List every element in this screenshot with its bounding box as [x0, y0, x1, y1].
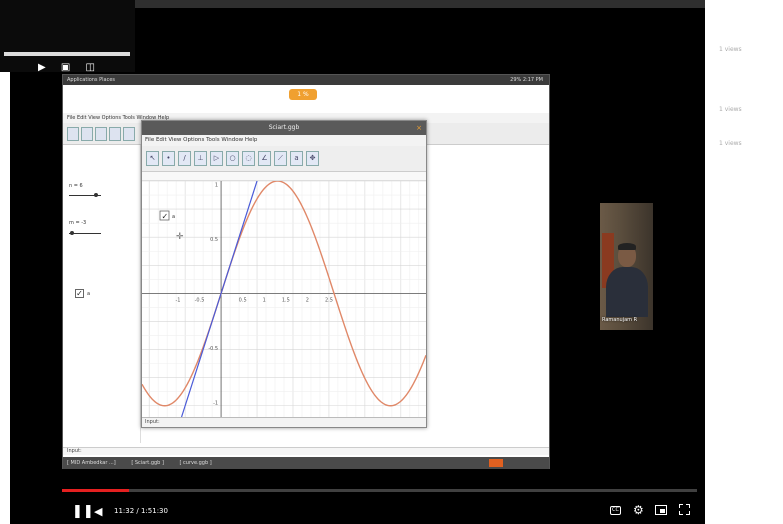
- progress-fill: [62, 489, 129, 492]
- close-icon: ×: [416, 124, 422, 132]
- window-titlebar: Sciart.ggb ×: [142, 121, 426, 135]
- slider-m-knob: [70, 231, 75, 235]
- subtitles-icon[interactable]: CC: [610, 506, 621, 515]
- graph-checkbox-label: a: [172, 214, 175, 220]
- perpendicular-tool-icon: [109, 127, 121, 141]
- volume-icon[interactable]: ◀: [94, 504, 106, 520]
- x-tick-label: 2: [306, 297, 309, 303]
- webcam-person-hair: [618, 243, 636, 250]
- window-title: Sciart.ggb: [268, 124, 300, 131]
- overlay-strip: [4, 52, 130, 56]
- side-row-2: 1 views: [719, 106, 742, 113]
- side-row-3: 1 views: [719, 140, 742, 147]
- line-tool-icon: [95, 127, 107, 141]
- style-bar: [142, 172, 426, 181]
- screen-share: Applications Places 29% 2:17 PM 1 % File…: [62, 74, 550, 469]
- ellipse-tool-icon: ◌: [242, 151, 255, 166]
- checkbox-a: ✓: [75, 289, 84, 298]
- graphics-view: -1 -0.5 0.5 1 1.5 2 2.5 1 0.5 -0.5 -1 ✓ a ✛: [142, 181, 426, 417]
- desktop-topbar-left: Applications Places: [67, 77, 116, 83]
- side-row-1: 1 views: [719, 46, 742, 53]
- y-tick-label: -0.5: [208, 346, 218, 352]
- x-tick-label: 1: [263, 297, 266, 303]
- x-tick-label: -0.5: [195, 297, 205, 303]
- video-letterbox: [135, 8, 705, 74]
- miniplayer-icon[interactable]: [655, 505, 667, 515]
- page-background-left: [0, 0, 10, 524]
- x-tick-label: -1: [175, 297, 180, 303]
- gear-icon[interactable]: ⚙: [633, 503, 644, 517]
- slider-tool-icon: a: [290, 151, 303, 166]
- y-tick-label: 0.5: [210, 237, 218, 243]
- progress-bar[interactable]: [62, 489, 697, 492]
- move-tool-icon: [67, 127, 79, 141]
- window-input-bar: Input:: [142, 417, 426, 427]
- angle-tool-icon: ∠: [258, 151, 271, 166]
- webcam-tile: Ramanujam R: [600, 203, 653, 330]
- x-tick-label: 2.5: [325, 297, 333, 303]
- x-tick-label: 1.5: [282, 297, 290, 303]
- time-display: 11:32 / 1:51:30: [114, 507, 168, 515]
- cursor-icon: ✛: [176, 232, 184, 242]
- slider-m-label: m = -3: [69, 220, 87, 226]
- polygon-tool-icon: [123, 127, 135, 141]
- video-player[interactable]: Applications Places 29% 2:17 PM 1 % File…: [10, 8, 705, 524]
- participant-name: Ramanujam R: [602, 317, 638, 323]
- polygon-tool-icon: ▷: [210, 151, 223, 166]
- thumbnail-overlay: ▶ ▣ ◫: [0, 0, 135, 73]
- overlay-icons: ▶ ▣ ◫: [38, 62, 101, 73]
- move-tool-icon: ↖: [146, 151, 159, 166]
- point-tool-icon: [81, 127, 93, 141]
- circle-tool-icon: ○: [226, 151, 239, 166]
- desktop-topbar-right: 29% 2:17 PM: [510, 77, 543, 83]
- move-view-tool-icon: ✥: [306, 151, 319, 166]
- desktop-taskbar: [ MID Ambedkar ...] [ Sciart.ggb ] [ cur…: [63, 457, 549, 469]
- line-tool-icon: /: [178, 151, 191, 166]
- taskbar-item-2: [ Sciart.ggb ]: [131, 460, 164, 466]
- algebra-view: n = 6 m = -3 ✓ a: [63, 145, 141, 443]
- point-tool-icon: •: [162, 151, 175, 166]
- slider-n-knob: [94, 193, 99, 197]
- x-tick-label: 0.5: [239, 297, 247, 303]
- page-background-right: 1 views 1 views 1 views: [705, 0, 783, 524]
- taskbar-indicator: [489, 459, 503, 467]
- geogebra-window: Sciart.ggb × File Edit View Options Tool…: [141, 120, 427, 428]
- perpendicular-tool-icon: ⊥: [194, 151, 207, 166]
- fullscreen-icon[interactable]: [679, 504, 690, 515]
- pause-icon[interactable]: ❚❚: [72, 504, 94, 520]
- taskbar-item-3: [ curve.ggb ]: [179, 460, 212, 466]
- y-tick-label: -1: [213, 400, 218, 406]
- desktop-topbar: Applications Places 29% 2:17 PM: [63, 75, 549, 85]
- taskbar-item-1: [ MID Ambedkar ...]: [67, 460, 116, 466]
- slider-n-label: n = 6: [69, 183, 83, 189]
- zoom-indicator: 1 %: [289, 89, 317, 100]
- reflect-tool-icon: ⟋: [274, 151, 287, 166]
- checkbox-a-label: a: [87, 291, 91, 297]
- webcam-person-body: [606, 267, 648, 317]
- y-tick-label: 1: [215, 182, 218, 188]
- input-bar: Input:: [63, 447, 549, 455]
- window-menu: File Edit View Options Tools Window Help: [142, 135, 426, 146]
- graph-checkbox-mark: ✓: [162, 212, 169, 221]
- window-toolbar: ↖ • / ⊥ ▷ ○ ◌ ∠ ⟋ a ✥: [142, 146, 426, 172]
